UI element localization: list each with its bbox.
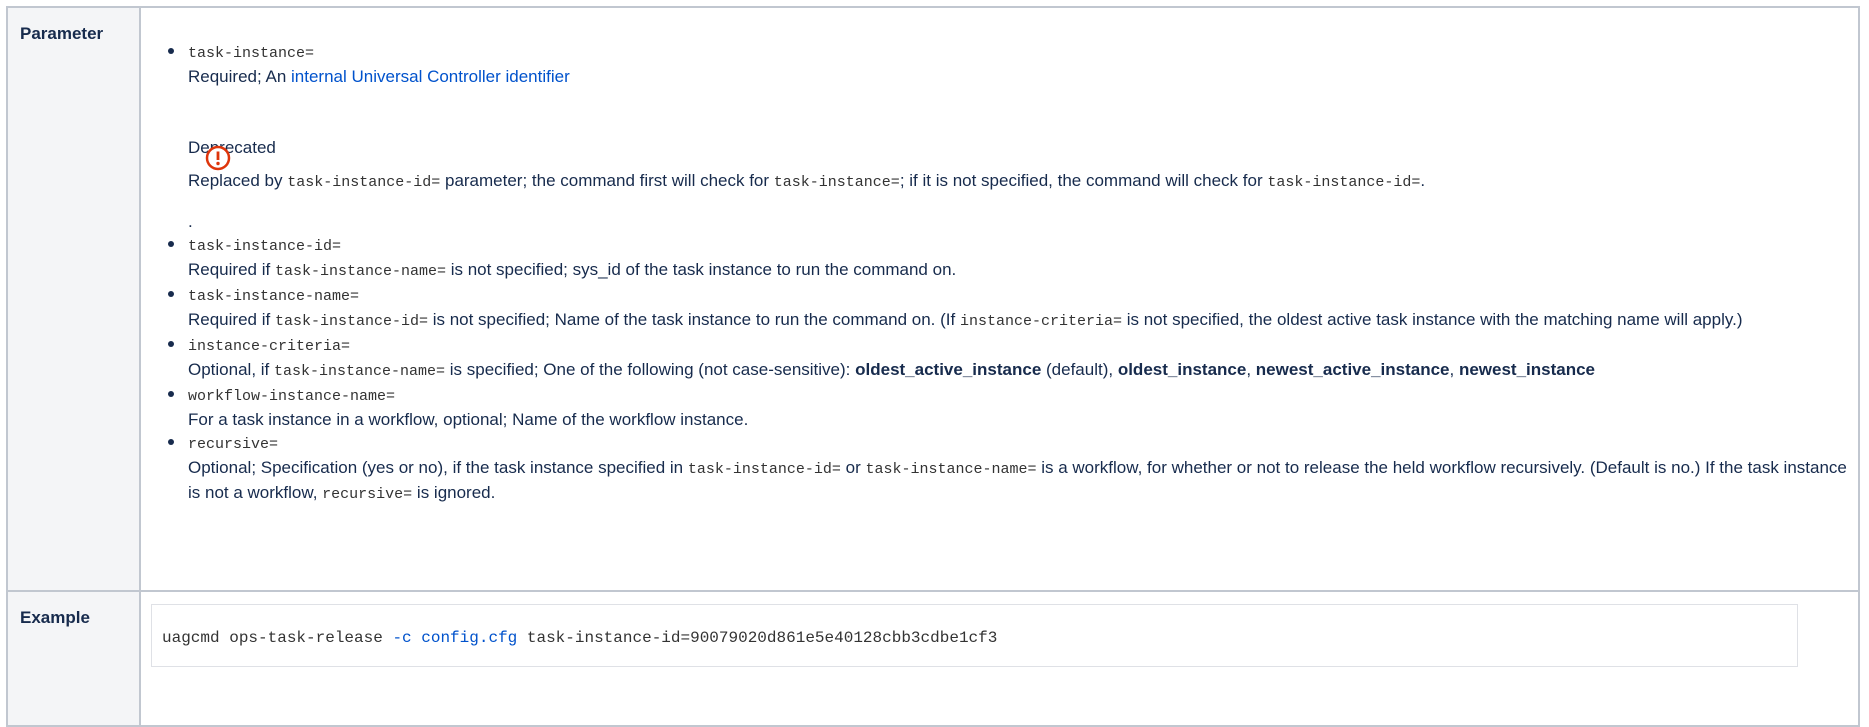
example-row: Example uagcmd ops-task-release -c confi… <box>6 590 1860 727</box>
param-desc: is not specified; Name of the task insta… <box>427 310 960 329</box>
command-config: config.cfg <box>421 629 518 647</box>
deprecated-code: task-instance-id= <box>287 174 441 191</box>
param-code: instance-criteria= <box>188 338 351 355</box>
example-header: Example <box>6 590 141 727</box>
parameter-list: task-instance= Required; An internal Uni… <box>168 40 1858 506</box>
exclamation-circle-icon <box>205 145 231 171</box>
deprecated-text-part: Replaced by <box>188 171 288 190</box>
deprecated-text-part: ; if it is not specified, the command wi… <box>899 171 1268 190</box>
param-desc: is ignored. <box>412 483 496 502</box>
param-desc: Required if <box>188 310 275 329</box>
list-item-workflow-instance-name: workflow-instance-name= For a task insta… <box>168 383 1858 431</box>
param-desc-code: task-instance-id= <box>687 461 841 478</box>
param-desc-code: task-instance-name= <box>865 461 1037 478</box>
param-desc: Optional, if <box>188 360 274 379</box>
example-cell: uagcmd ops-task-release -c config.cfg ta… <box>139 590 1860 727</box>
param-desc: is not specified, the oldest active task… <box>1122 310 1743 329</box>
parameter-cell: task-instance= Required; An internal Uni… <box>139 6 1860 592</box>
param-desc: (default), <box>1041 360 1118 379</box>
list-item-task-instance: task-instance= Required; An internal Uni… <box>168 40 1858 233</box>
param-desc: Optional; Specification (yes or no), if … <box>188 458 688 477</box>
param-desc: , <box>1449 360 1459 379</box>
list-item-task-instance-id: task-instance-id= Required if task-insta… <box>168 233 1858 283</box>
parameter-row: Parameter task-instance= Required; An in… <box>6 6 1860 592</box>
list-item-recursive: recursive= Optional; Specification (yes … <box>168 431 1858 506</box>
param-desc-code: instance-criteria= <box>959 313 1122 330</box>
list-item-instance-criteria: instance-criteria= Optional, if task-ins… <box>168 333 1858 383</box>
param-desc: , <box>1246 360 1256 379</box>
param-code: task-instance-name= <box>188 288 360 305</box>
code-block: uagcmd ops-task-release -c config.cfg ta… <box>151 604 1798 667</box>
deprecated-text-part: parameter; the command first will check … <box>440 171 774 190</box>
param-desc: is not specified; sys_id of the task ins… <box>445 260 957 279</box>
deprecated-title: Deprecated <box>188 138 276 157</box>
deprecated-text-part: . <box>1420 171 1426 190</box>
param-desc: Required if <box>188 260 275 279</box>
param-desc: is specified; One of the following (not … <box>445 360 856 379</box>
param-desc-code: task-instance-id= <box>274 313 428 330</box>
command-space <box>412 629 422 647</box>
param-desc: For a task instance in a workflow, optio… <box>188 410 749 429</box>
criteria-value: newest_active_instance <box>1255 360 1450 379</box>
criteria-value: oldest_active_instance <box>855 360 1042 379</box>
param-desc-code: task-instance-name= <box>274 363 446 380</box>
deprecated-text: Replaced by task-instance-id= parameter;… <box>188 169 1858 194</box>
deprecated-code: task-instance= <box>773 174 900 191</box>
param-desc: Required; An <box>188 67 292 86</box>
param-code: task-instance= <box>188 45 315 62</box>
param-code: recursive= <box>188 436 279 453</box>
deprecated-panel: Deprecated Replaced by task-instance-id=… <box>188 136 1858 194</box>
parameter-table: Parameter task-instance= Required; An in… <box>6 6 1860 727</box>
list-item-task-instance-name: task-instance-name= Required if task-ins… <box>168 283 1858 333</box>
deprecated-code: task-instance-id= <box>1267 174 1421 191</box>
param-code: workflow-instance-name= <box>188 388 396 405</box>
parameter-header: Parameter <box>6 6 141 592</box>
param-desc: or <box>840 458 866 477</box>
command-text: uagcmd ops-task-release <box>162 629 393 647</box>
command-args: task-instance-id=90079020d861e5e40128cbb… <box>517 629 998 647</box>
param-code: task-instance-id= <box>188 238 342 255</box>
criteria-value: oldest_instance <box>1117 360 1247 379</box>
criteria-value: newest_instance <box>1458 360 1596 379</box>
param-desc-code: task-instance-name= <box>274 263 446 280</box>
command-flag: -c <box>392 629 412 647</box>
param-desc-code: recursive= <box>322 486 413 503</box>
example-command: uagcmd ops-task-release -c config.cfg ta… <box>162 629 997 647</box>
trailing-period: . <box>188 212 193 231</box>
identifier-link[interactable]: internal Universal Controller identifier <box>291 67 570 86</box>
